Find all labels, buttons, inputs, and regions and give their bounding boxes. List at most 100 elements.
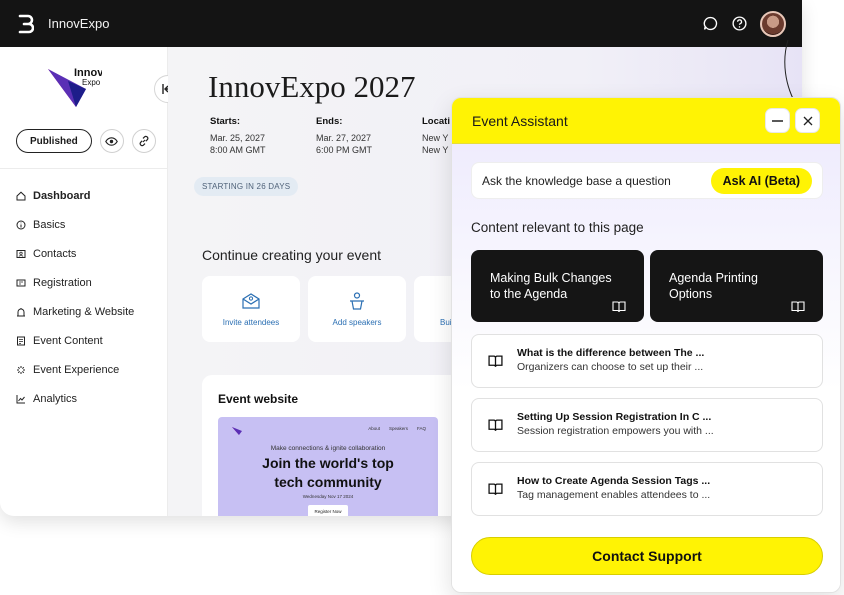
starts-date: Mar. 25, 2027 — [210, 133, 266, 143]
close-button[interactable] — [795, 108, 820, 133]
starts-block: Starts: Mar. 25, 2027 8:00 AM GMT — [210, 116, 316, 156]
article-snippet: Session registration empowers you with .… — [517, 425, 714, 437]
minimize-button[interactable] — [765, 108, 790, 133]
book-icon — [488, 355, 503, 367]
starting-countdown-badge: STARTING IN 26 DAYS — [194, 177, 299, 196]
event-logo: Innov Expo — [48, 67, 102, 107]
book-icon — [612, 301, 626, 313]
event-website-panel: Event website About Speakers FAQ Make co… — [202, 375, 462, 516]
chat-icon[interactable] — [702, 15, 719, 32]
ends-time: 6:00 PM GMT — [316, 145, 373, 155]
speaker-icon — [350, 292, 364, 310]
sidebar-item-label: Dashboard — [33, 189, 91, 202]
preview-date: Wednesday Nov 17 2024 — [302, 494, 354, 499]
home-icon — [16, 191, 26, 200]
knowledge-base-search[interactable]: Ask the knowledge base a question Ask AI… — [471, 162, 823, 199]
search-input[interactable]: Ask the knowledge base a question — [482, 174, 671, 188]
sidebar-item-dashboard[interactable]: Dashboard — [16, 181, 134, 210]
sidebar-item-label: Contacts — [33, 247, 77, 260]
preview-nav: About Speakers FAQ — [368, 426, 426, 431]
featured-article-card[interactable]: Making Bulk Changes to the Agenda — [471, 250, 644, 322]
card-label: Bui — [440, 318, 452, 327]
sidebar-item-marketing-website[interactable]: Marketing & Website — [16, 297, 134, 326]
card-label: Add speakers — [332, 318, 382, 327]
preview-nav-item: About — [368, 426, 380, 431]
starts-label: Starts: — [210, 116, 241, 127]
book-icon — [791, 301, 805, 313]
sidebar-item-basics[interactable]: Basics — [16, 210, 134, 239]
preview-nav-item: FAQ — [416, 426, 426, 431]
assistant-title: Event Assistant — [472, 112, 568, 129]
sidebar-item-label: Analytics — [33, 392, 78, 405]
featured-article-card[interactable]: Agenda Printing Options — [650, 250, 823, 322]
event-website-title: Event website — [218, 392, 299, 406]
ask-ai-button[interactable]: Ask AI (Beta) — [710, 167, 812, 194]
card-label: Invite attendees — [222, 318, 280, 327]
continue-section-title: Continue creating your event — [202, 247, 381, 263]
avatar[interactable] — [760, 10, 786, 37]
sidebar-item-contacts[interactable]: Contacts — [16, 239, 134, 268]
preview-button[interactable] — [99, 129, 124, 153]
sidebar-item-label: Registration — [33, 276, 92, 289]
article-item[interactable]: How to Create Agenda Session Tags ... Ta… — [471, 462, 823, 516]
info-icon — [16, 220, 26, 229]
sidebar-divider — [0, 168, 167, 169]
content-icon — [17, 336, 25, 345]
event-assistant-panel: Event Assistant Ask the knowledge base a… — [451, 97, 841, 593]
sidebar-item-label: Marketing & Website — [33, 305, 135, 318]
event-logo-line2: Expo — [82, 78, 101, 87]
eye-icon — [105, 136, 119, 146]
marketing-icon — [17, 307, 25, 316]
add-speakers-card[interactable]: Add speakers — [308, 276, 406, 342]
preview-headline-1: Join the world's top — [262, 455, 394, 471]
assistant-body: Ask the knowledge base a question Ask AI… — [452, 144, 840, 592]
featured-title-line1: Making Bulk Changes — [490, 271, 612, 285]
sidebar-item-event-experience[interactable]: Event Experience — [16, 355, 134, 384]
link-icon — [139, 135, 149, 147]
article-item[interactable]: Setting Up Session Registration In C ...… — [471, 398, 823, 452]
sidebar-item-analytics[interactable]: Analytics — [16, 384, 134, 413]
relevant-content-title: Content relevant to this page — [471, 220, 644, 235]
sidebar-nav: Dashboard Basics Contacts Registration M… — [16, 181, 134, 413]
page-title: InnovExpo 2027 — [208, 69, 416, 104]
ends-block: Ends: Mar. 27, 2027 6:00 PM GMT — [316, 116, 422, 156]
preview-register-button: Register Now — [308, 505, 348, 516]
contact-support-button[interactable]: Contact Support — [471, 537, 823, 575]
article-snippet: Organizers can choose to set up their ..… — [517, 361, 704, 373]
help-icon[interactable] — [731, 15, 748, 32]
close-icon — [803, 116, 812, 125]
app-title: InnovExpo — [48, 16, 110, 31]
top-bar: InnovExpo — [0, 0, 802, 47]
sidebar: Innov Expo Published Dashboard Basics Co… — [0, 47, 182, 516]
experience-icon — [17, 365, 25, 374]
invite-attendees-card[interactable]: Invite attendees — [202, 276, 300, 342]
sidebar-item-event-content[interactable]: Event Content — [16, 326, 134, 355]
brand-logo-icon[interactable] — [16, 14, 34, 34]
envelope-icon — [242, 293, 260, 309]
sidebar-item-label: Basics — [33, 218, 66, 231]
article-snippet: Tag management enables attendees to ... — [517, 489, 711, 501]
registration-icon — [16, 279, 26, 286]
ends-label: Ends: — [316, 116, 343, 127]
book-icon — [488, 483, 503, 495]
stage: InnovExpo Innov Expo Published Dashboard… — [0, 0, 844, 595]
copy-link-button[interactable] — [131, 129, 156, 153]
website-preview[interactable]: About Speakers FAQ Make connections & ig… — [218, 417, 438, 516]
sidebar-item-label: Event Content — [33, 334, 103, 347]
ends-date: Mar. 27, 2027 — [316, 133, 372, 143]
minimize-icon — [772, 119, 783, 122]
sidebar-item-label: Event Experience — [33, 363, 120, 376]
preview-headline-2: tech community — [274, 474, 382, 490]
book-icon — [488, 419, 503, 431]
starts-time: 8:00 AM GMT — [210, 145, 266, 155]
contacts-icon — [16, 249, 26, 258]
article-item[interactable]: What is the difference between The ... O… — [471, 334, 823, 388]
featured-title-line2: Options — [669, 287, 713, 301]
analytics-icon — [16, 394, 25, 403]
article-title: What is the difference between The ... — [517, 347, 705, 359]
preview-tagline: Make connections & ignite collaboration — [270, 445, 386, 452]
article-title: How to Create Agenda Session Tags ... — [517, 475, 711, 487]
article-title: Setting Up Session Registration In C ... — [517, 411, 712, 423]
published-status-button[interactable]: Published — [16, 129, 92, 153]
sidebar-item-registration[interactable]: Registration — [16, 268, 134, 297]
